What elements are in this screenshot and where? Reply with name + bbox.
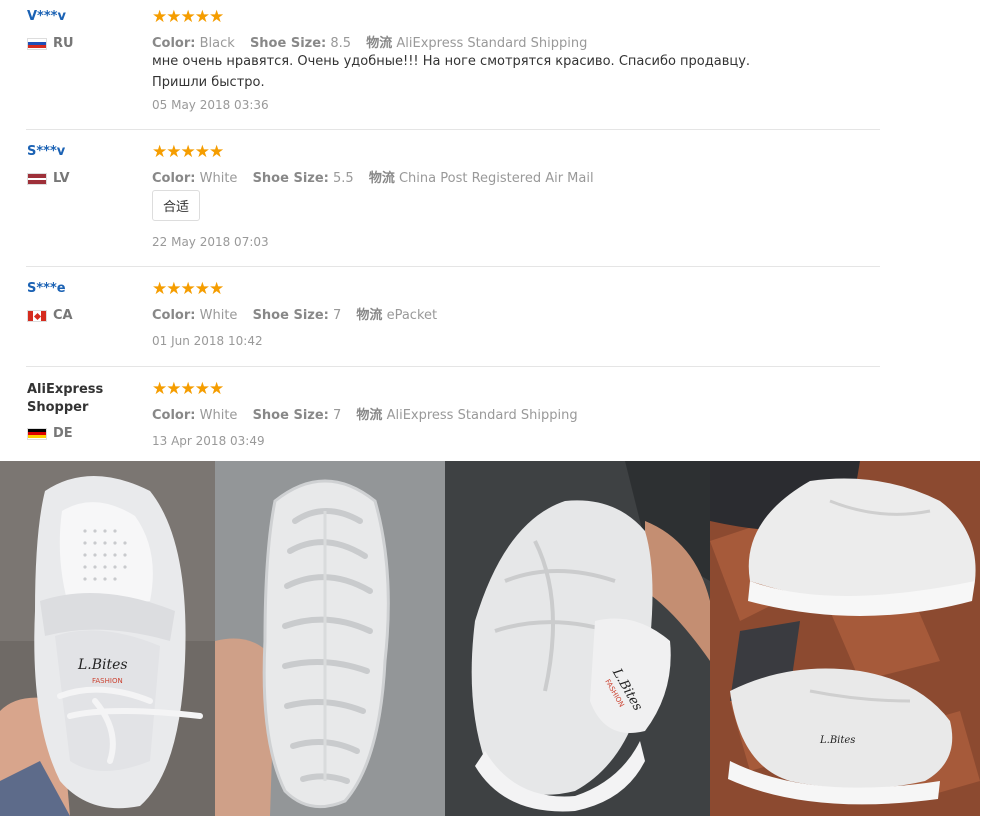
flag-de-icon [27,427,47,440]
color-label: Color: [152,36,196,51]
photo-brand-text: L.Bites [819,735,855,746]
reviewer-country: LV [27,171,70,186]
country-code: RU [53,36,74,51]
review-date: 13 Apr 2018 03:49 [152,434,265,448]
order-attributes: Color: Black Shoe Size: 8.5 物流 AliExpres… [152,32,598,51]
flag-lv-icon [27,172,47,185]
review-item: AliExpress Shopper DE ★★★★★ Color: White… [0,367,880,461]
order-attributes: Color: White Shoe Size: 7 物流 AliExpress … [152,404,589,423]
review-date: 05 May 2018 03:36 [152,98,269,112]
review-tag[interactable]: 合适 [152,190,201,221]
rating-stars: ★★★★★ [152,142,224,162]
flag-ca-icon [27,309,47,322]
review-item: S***e CA ★★★★★ Color: White Shoe Size: 7… [0,267,880,367]
size-value: 5.5 [333,171,354,186]
color-value: White [199,308,238,323]
reviewer-country: DE [27,426,73,441]
rating-stars: ★★★★★ [152,7,224,27]
size-label: Shoe Size: [252,308,329,323]
country-code: DE [53,426,73,441]
rating-stars: ★★★★★ [152,379,224,399]
review-photo-4[interactable]: L.Bites [710,461,980,816]
shipping-value: China Post Registered Air Mail [398,171,594,186]
size-value: 7 [333,308,342,323]
color-value: White [199,408,238,423]
sneaker-side-photo: L.Bites FASHION [445,461,710,816]
shipping-value: AliExpress Standard Shipping [396,36,588,51]
review-photo-1[interactable]: L.Bites FASHION [0,461,215,816]
color-label: Color: [152,308,196,323]
sneakers-worn-photo: L.Bites [710,461,980,816]
reviewer-name: AliExpress Shopper [27,382,104,415]
review-date: 01 Jun 2018 10:42 [152,334,263,348]
reviewer-name[interactable]: S***e [27,280,66,298]
shipping-label: 物流 [368,171,395,186]
reviewer-name[interactable]: V***v [27,8,66,26]
color-value: White [199,171,238,186]
color-value: Black [199,36,235,51]
review-text: мне очень нравятся. Очень удобные!!! На … [152,54,751,90]
color-label: Color: [152,171,196,186]
photo-brand-text: L.Bites [77,657,128,673]
photo-sub-text: FASHION [92,677,123,685]
size-label: Shoe Size: [249,36,327,51]
reviewer-country: RU [27,36,74,51]
review-date: 22 May 2018 07:03 [152,235,269,249]
review-photo-3[interactable]: L.Bites FASHION [445,461,710,816]
size-value: 7 [333,408,342,423]
country-code: CA [53,308,73,323]
rating-stars: ★★★★★ [152,279,224,299]
sneaker-sole-photo [215,461,445,816]
review-item: S***v LV ★★★★★ Color: White Shoe Size: 5… [0,130,880,267]
shipping-value: AliExpress Standard Shipping [386,408,578,423]
flag-ru-icon [27,37,47,50]
size-value: 8.5 [330,36,352,51]
review-item: V***v RU ★★★★★ Color: Black Shoe Size: 8… [0,0,880,130]
review-photo-2[interactable] [215,461,445,816]
country-code: LV [53,171,70,186]
size-label: Shoe Size: [252,408,329,423]
size-label: Shoe Size: [252,171,329,186]
reviewer-country: CA [27,308,73,323]
order-attributes: Color: White Shoe Size: 5.5 物流 China Pos… [152,167,605,186]
shipping-label: 物流 [366,36,393,51]
color-label: Color: [152,408,196,423]
shipping-label: 物流 [356,308,383,323]
order-attributes: Color: White Shoe Size: 7 物流 ePacket [152,304,448,323]
sneaker-top-photo: L.Bites FASHION [0,461,215,816]
reviewer-name[interactable]: S***v [27,143,65,161]
review-photos: L.Bites FASHION L.Bites FASHION L.Bites [0,461,980,822]
shipping-label: 物流 [356,408,383,423]
shipping-value: ePacket [386,308,438,323]
